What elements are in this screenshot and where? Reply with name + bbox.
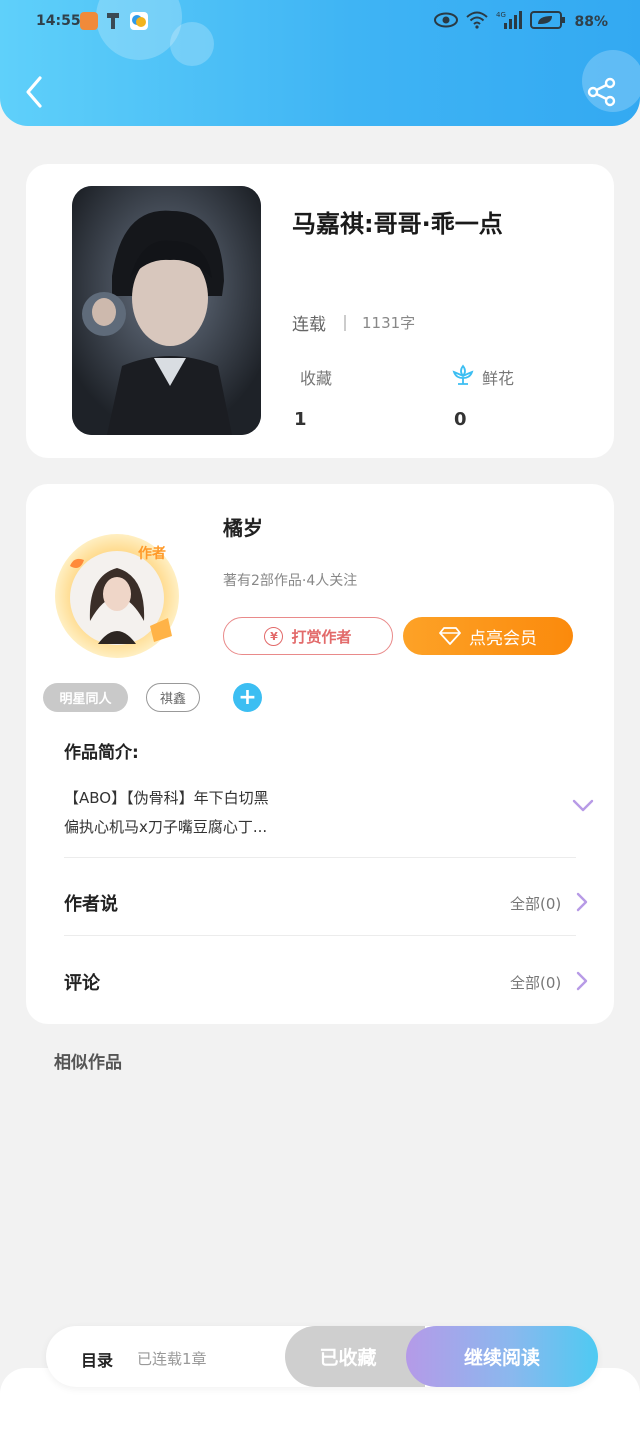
intro-title: 作品简介: bbox=[64, 743, 139, 763]
toc-button[interactable]: 目录 bbox=[81, 1347, 113, 1371]
intro-text-line: 【ABO】【伪骨科】年下白切黑 bbox=[64, 789, 269, 807]
chevron-right-icon bbox=[576, 892, 588, 912]
bottom-action-bar: 目录 已连载1章 已收藏 继续阅读 bbox=[46, 1326, 598, 1387]
divider bbox=[64, 935, 576, 936]
app-notification-icon bbox=[130, 12, 148, 30]
status-time: 14:55 bbox=[36, 13, 81, 29]
flower-count: 0 bbox=[454, 409, 467, 430]
avatar-frame-image: 作者 bbox=[55, 534, 179, 658]
author-card: 作者 橘岁 著有2部作品·4人关注 ¥ 打赏作者 点亮会员 明星同人 祺鑫 + … bbox=[26, 484, 614, 1024]
author-says-all[interactable]: 全部(0) bbox=[510, 893, 561, 914]
comments-all[interactable]: 全部(0) bbox=[510, 972, 561, 993]
serial-status: 连载 bbox=[292, 315, 326, 335]
tip-author-label: 打赏作者 bbox=[291, 627, 352, 646]
status-divider bbox=[344, 314, 346, 331]
vip-button[interactable]: 点亮会员 bbox=[403, 617, 573, 655]
word-count: 1131字 bbox=[362, 314, 416, 332]
author-says-title: 作者说 bbox=[64, 894, 118, 915]
add-tag-button[interactable]: + bbox=[233, 683, 262, 712]
author-name[interactable]: 橘岁 bbox=[223, 512, 263, 541]
chevron-down-icon bbox=[572, 799, 594, 812]
wifi-icon bbox=[466, 11, 489, 33]
status-icons: 4G 88% bbox=[434, 10, 608, 34]
comments-title: 评论 bbox=[64, 973, 100, 994]
chevron-right-icon bbox=[576, 971, 588, 991]
book-info-card: 马嘉祺:哥哥·乖一点 连载 1131字 收藏 1 鲜花 0 bbox=[26, 164, 614, 458]
share-icon bbox=[587, 77, 616, 107]
cover-portrait-image bbox=[72, 186, 261, 435]
status-bar: 14:55 4G 88% bbox=[0, 0, 640, 44]
author-meta: 著有2部作品·4人关注 bbox=[223, 573, 358, 589]
tag-chip[interactable]: 明星同人 bbox=[43, 683, 128, 712]
svg-text:4G: 4G bbox=[496, 11, 506, 19]
brush-icon bbox=[106, 12, 120, 30]
collect-label: 收藏 bbox=[300, 369, 333, 388]
tag-chip[interactable]: 祺鑫 bbox=[146, 683, 200, 712]
flower-icon[interactable] bbox=[451, 363, 475, 387]
author-avatar[interactable]: 作者 bbox=[50, 526, 184, 660]
collect-count: 1 bbox=[294, 409, 307, 430]
diamond-icon bbox=[439, 627, 461, 645]
expand-intro-button[interactable] bbox=[572, 798, 594, 812]
book-status-row: 连载 1131字 bbox=[292, 310, 415, 335]
yen-icon: ¥ bbox=[264, 626, 284, 646]
battery-level: 88% bbox=[574, 14, 608, 30]
back-arrow-icon bbox=[26, 76, 42, 108]
share-button[interactable] bbox=[586, 76, 618, 108]
signal-icon: 4G bbox=[496, 10, 523, 34]
tip-author-button[interactable]: ¥ 打赏作者 bbox=[223, 617, 393, 655]
continue-reading-button[interactable]: 继续阅读 bbox=[406, 1326, 598, 1387]
author-badge: 作者 bbox=[138, 545, 166, 562]
flower-label: 鲜花 bbox=[482, 369, 515, 388]
similar-works-title: 相似作品 bbox=[54, 1053, 122, 1073]
book-title: 马嘉祺:哥哥·乖一点 bbox=[292, 210, 503, 238]
header: 14:55 4G 88% bbox=[0, 0, 640, 126]
book-cover[interactable] bbox=[72, 186, 261, 435]
collected-button[interactable]: 已收藏 bbox=[285, 1326, 425, 1387]
divider bbox=[64, 857, 576, 858]
vip-label: 点亮会员 bbox=[469, 628, 537, 649]
back-button[interactable] bbox=[20, 74, 50, 110]
intro-text-line: 偏执心机马x刀子嘴豆腐心丁... bbox=[64, 818, 268, 836]
app-notification-icon bbox=[80, 12, 98, 30]
plus-icon: + bbox=[238, 684, 257, 710]
battery-icon bbox=[530, 11, 566, 33]
toc-status: 已连载1章 bbox=[137, 1350, 207, 1368]
eye-icon bbox=[434, 12, 459, 32]
